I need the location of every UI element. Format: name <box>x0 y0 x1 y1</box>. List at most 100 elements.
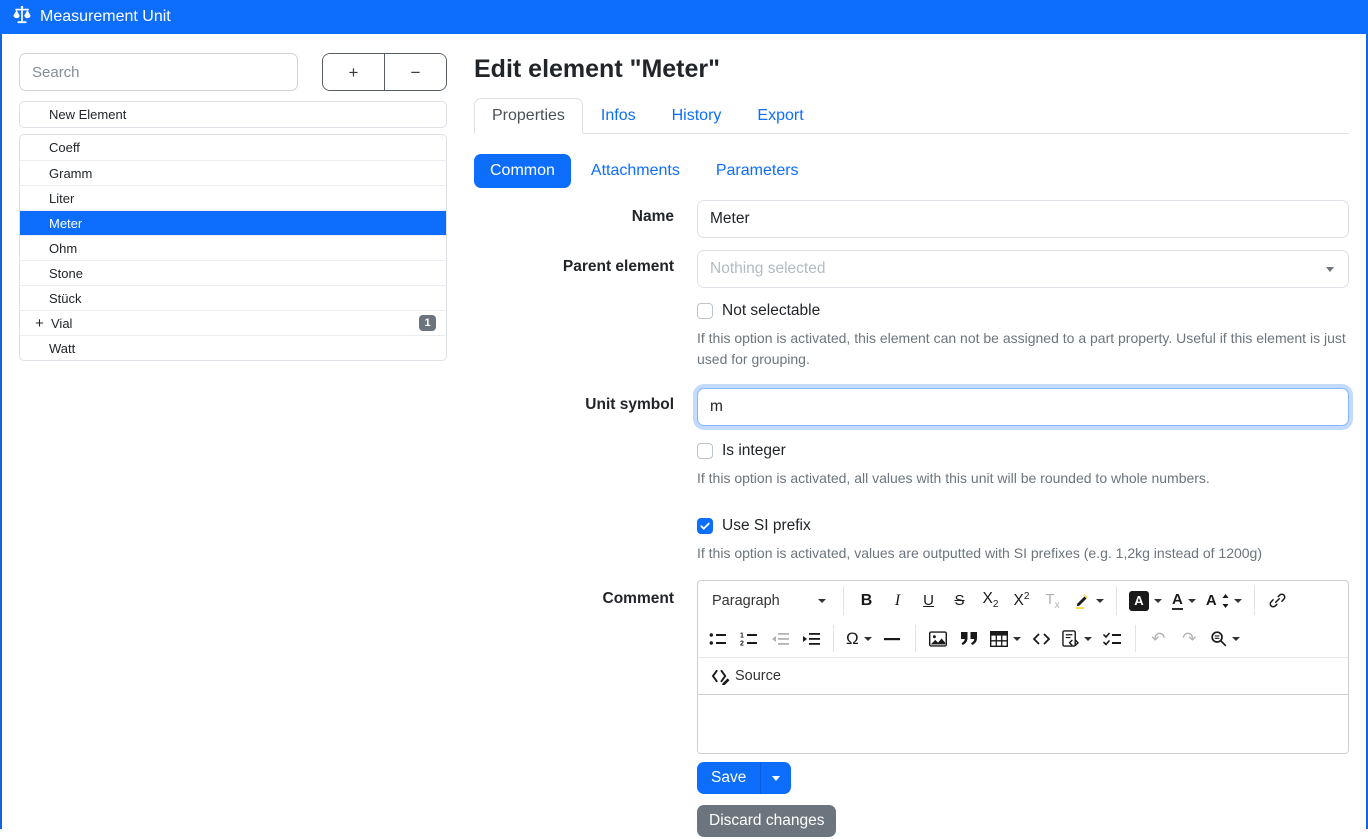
not-selectable-label: Not selectable <box>722 302 820 320</box>
numbered-list-button[interactable]: 1 2 <box>734 624 763 653</box>
subtab-attachments[interactable]: Attachments <box>575 154 696 188</box>
save-button-group: Save <box>697 762 791 794</box>
chevron-down-icon <box>818 599 826 603</box>
svg-text:1: 1 <box>740 632 744 639</box>
check-icon <box>699 520 711 532</box>
edit-form: Name Parent element Nothing selected Not… <box>474 200 1349 837</box>
search-input[interactable] <box>19 53 298 91</box>
table-icon <box>990 631 1008 647</box>
subtab-common[interactable]: Common <box>474 154 571 188</box>
balance-scale-icon <box>12 5 32 30</box>
tree-item-gramm[interactable]: Gramm <box>20 160 446 185</box>
collapse-all-button[interactable]: − <box>385 54 446 90</box>
link-button[interactable] <box>1263 586 1292 615</box>
numbered-list-icon: 1 2 <box>740 632 758 646</box>
tree-item-liter[interactable]: Liter <box>20 185 446 210</box>
remove-format-button[interactable]: Tx <box>1038 586 1067 615</box>
tree-item-stone[interactable]: Stone <box>20 260 446 285</box>
discard-changes-button[interactable]: Discard changes <box>697 805 836 837</box>
subtab-parameters[interactable]: Parameters <box>700 154 815 188</box>
main-tabs: Properties Infos History Export <box>474 98 1349 134</box>
font-size-button[interactable]: A <box>1202 586 1246 615</box>
font-color-button[interactable]: A <box>1168 586 1200 615</box>
svg-text:2: 2 <box>740 640 744 646</box>
comment-label: Comment <box>474 580 674 754</box>
code-block-button[interactable] <box>1058 624 1096 653</box>
underline-button[interactable]: U <box>914 586 943 615</box>
expand-node-icon[interactable]: + <box>32 315 47 332</box>
insert-table-button[interactable] <box>986 624 1025 653</box>
find-and-replace-icon <box>1210 630 1227 647</box>
save-button[interactable]: Save <box>697 762 760 794</box>
unit-symbol-field[interactable] <box>697 388 1349 426</box>
horizontal-line-button[interactable] <box>878 624 907 653</box>
chevron-down-icon <box>1232 637 1240 641</box>
find-and-replace-button[interactable] <box>1206 624 1244 653</box>
tree-item-new-element[interactable]: New Element <box>20 102 446 127</box>
outdent-button[interactable] <box>765 624 794 653</box>
tab-properties[interactable]: Properties <box>474 98 583 134</box>
subscript-button[interactable]: X2 <box>976 586 1005 615</box>
use-si-prefix-help: If this option is activated, values are … <box>697 543 1349 564</box>
is-integer-checkbox[interactable] <box>697 443 713 459</box>
chevron-down-icon <box>1326 267 1334 272</box>
tree-item-meter-selected[interactable]: Meter <box>20 210 446 235</box>
element-tree-list: Coeff Gramm Liter Meter Ohm Stone Stück … <box>19 134 447 361</box>
horizontal-line-icon <box>884 637 900 641</box>
paragraph-style-dropdown[interactable]: Paragraph <box>703 586 835 615</box>
comment-editing-area[interactable] <box>698 695 1348 753</box>
top-navbar: Measurement Unit <box>0 0 1368 34</box>
marker-pen-icon <box>1073 592 1091 610</box>
editor-toolbar-row-2: 1 2 <box>698 620 1348 658</box>
source-editing-button[interactable]: Source <box>705 665 787 688</box>
element-tree-sidebar: + − New Element Coeff Gramm Liter Meter <box>19 53 447 361</box>
parent-element-select[interactable]: Nothing selected <box>697 250 1349 288</box>
comment-rich-text-editor: Paragraph B I U S X2 X2 Tx <box>697 580 1349 754</box>
strikethrough-button[interactable]: S <box>945 586 974 615</box>
redo-button[interactable]: ↷ <box>1175 624 1204 653</box>
italic-button[interactable]: I <box>883 586 912 615</box>
font-background-color-button[interactable]: A <box>1125 586 1166 615</box>
editor-toolbar-row-1: Paragraph B I U S X2 X2 Tx <box>698 581 1348 620</box>
name-field[interactable] <box>697 200 1349 238</box>
is-integer-label: Is integer <box>722 442 786 460</box>
save-dropdown-toggle[interactable] <box>760 762 791 794</box>
image-icon <box>929 631 947 647</box>
tree-item-watt[interactable]: Watt <box>20 335 446 360</box>
tab-history[interactable]: History <box>654 98 740 134</box>
special-characters-button[interactable]: Ω <box>842 624 876 653</box>
todo-list-button[interactable] <box>1098 624 1127 653</box>
is-integer-help: If this option is activated, all values … <box>697 468 1349 489</box>
indent-icon <box>802 632 820 646</box>
tree-item-stueck[interactable]: Stück <box>20 285 446 310</box>
chevron-down-icon <box>1154 599 1162 603</box>
bulleted-list-button[interactable] <box>703 624 732 653</box>
quote-icon <box>961 632 977 645</box>
source-editing-icon <box>711 668 730 685</box>
highlight-button[interactable] <box>1069 586 1108 615</box>
tree-expand-collapse-group: + − <box>322 53 447 91</box>
tree-item-ohm[interactable]: Ohm <box>20 235 446 260</box>
font-size-arrows-icon <box>1222 594 1229 608</box>
tree-item-coeff[interactable]: Coeff <box>20 135 446 160</box>
code-button[interactable] <box>1027 624 1056 653</box>
insert-image-button[interactable] <box>924 624 953 653</box>
parent-element-label: Parent element <box>474 250 674 288</box>
tree-item-vial[interactable]: + Vial 1 <box>20 310 446 335</box>
code-icon <box>1033 633 1050 645</box>
not-selectable-checkbox[interactable] <box>697 303 713 319</box>
navbar-brand[interactable]: Measurement Unit <box>12 5 171 30</box>
bold-button[interactable]: B <box>852 586 881 615</box>
tab-infos[interactable]: Infos <box>583 98 654 134</box>
editor-toolbar-row-3: Source <box>698 658 1348 695</box>
undo-button[interactable]: ↶ <box>1144 624 1173 653</box>
block-quote-button[interactable] <box>955 624 984 653</box>
tab-export[interactable]: Export <box>739 98 821 134</box>
edit-panel: Edit element "Meter" Properties Infos Hi… <box>474 53 1349 837</box>
link-icon <box>1269 592 1286 609</box>
indent-button[interactable] <box>796 624 825 653</box>
use-si-prefix-checkbox[interactable] <box>697 518 713 534</box>
expand-all-button[interactable]: + <box>323 54 385 90</box>
chevron-down-icon <box>1234 599 1242 603</box>
superscript-button[interactable]: X2 <box>1007 586 1036 615</box>
